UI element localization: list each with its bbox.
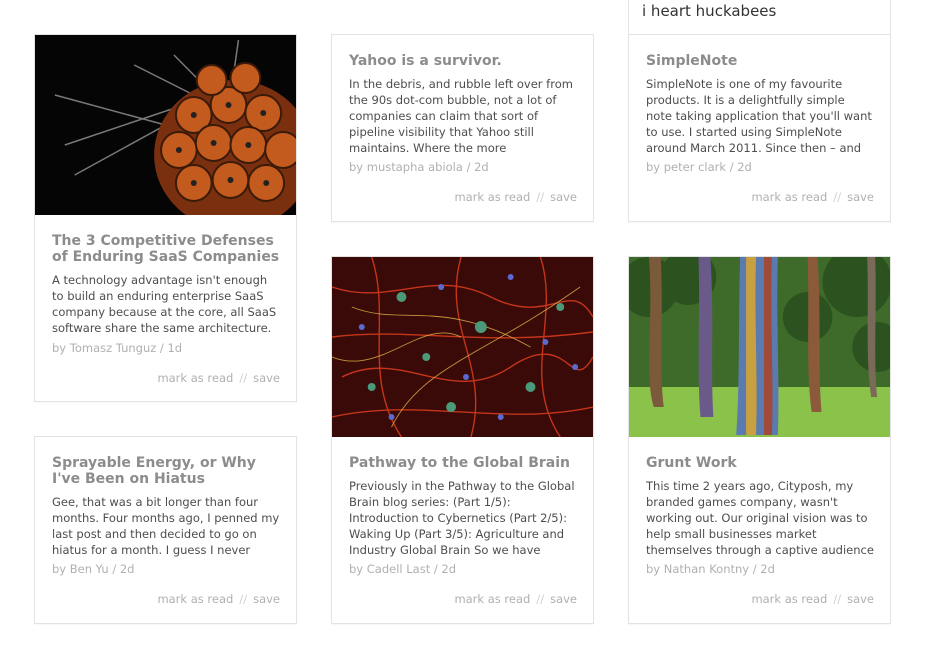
article-title[interactable]: Sprayable Energy, or Why I've Been on Hi… [52,455,282,487]
article-title[interactable]: SimpleNote [646,53,876,69]
top-partial-card: i heart huckabees [628,0,891,36]
card-actions: mark as read // save [454,592,577,606]
mark-as-read-button[interactable]: mark as read [157,592,233,606]
mark-as-read-button[interactable]: mark as read [751,592,827,606]
save-button[interactable]: save [253,592,280,606]
article-excerpt: A technology advantage isn't enough to b… [52,273,277,335]
save-button[interactable]: save [847,592,874,606]
article-byline: by Tomasz Tunguz / 1d [52,341,183,355]
shield-sculpture-image [35,35,296,215]
save-button[interactable]: save [550,592,577,606]
mark-as-read-button[interactable]: mark as read [454,592,530,606]
article-title[interactable]: Pathway to the Global Brain [349,455,579,471]
neurons-image [332,257,593,437]
article-byline: by Ben Yu / 2d [52,562,135,576]
article-title[interactable]: The 3 Competitive Defenses of Enduring S… [52,233,282,265]
mark-as-read-button[interactable]: mark as read [454,190,530,204]
article-excerpt: SimpleNote is one of my favourite produc… [646,77,872,155]
article-byline: by peter clark / 2d [646,160,752,174]
article-excerpt: Gee, that was a bit longer than four mon… [52,495,280,557]
article-byline: by mustapha abiola / 2d [349,160,489,174]
action-separator: // [239,592,248,606]
action-separator: // [536,190,545,204]
save-button[interactable]: save [550,190,577,204]
card-actions: mark as read // save [751,592,874,606]
article-excerpt: In the debris, and rubble left over from… [349,77,573,155]
article-title[interactable]: Yahoo is a survivor. [349,53,579,69]
card-actions: mark as read // save [157,592,280,606]
article-card[interactable]: Yahoo is a survivor. In the debris, and … [331,34,594,222]
save-button[interactable]: save [847,190,874,204]
save-button[interactable]: save [253,371,280,385]
action-separator: // [239,371,248,385]
article-card[interactable]: SimpleNote SimpleNote is one of my favou… [628,34,891,222]
action-separator: // [536,592,545,606]
card-actions: mark as read // save [454,190,577,204]
top-card-text: i heart huckabees [642,2,777,20]
article-card[interactable]: Grunt Work This time 2 years ago, Citypo… [628,256,891,624]
article-byline: by Cadell Last / 2d [349,562,457,576]
article-card[interactable]: The 3 Competitive Defenses of Enduring S… [34,34,297,402]
article-excerpt: Previously in the Pathway to the Global … [349,479,575,557]
article-card[interactable]: Pathway to the Global Brain Previously i… [331,256,594,624]
article-title[interactable]: Grunt Work [646,455,876,471]
card-actions: mark as read // save [751,190,874,204]
mark-as-read-button[interactable]: mark as read [751,190,827,204]
article-card[interactable]: Sprayable Energy, or Why I've Been on Hi… [34,436,297,624]
article-byline: by Nathan Kontny / 2d [646,562,775,576]
action-separator: // [833,592,842,606]
mark-as-read-button[interactable]: mark as read [157,371,233,385]
card-actions: mark as read // save [157,371,280,385]
article-excerpt: This time 2 years ago, Cityposh, my bran… [646,479,874,557]
action-separator: // [833,190,842,204]
rainbow-eucalyptus-image [629,257,890,437]
